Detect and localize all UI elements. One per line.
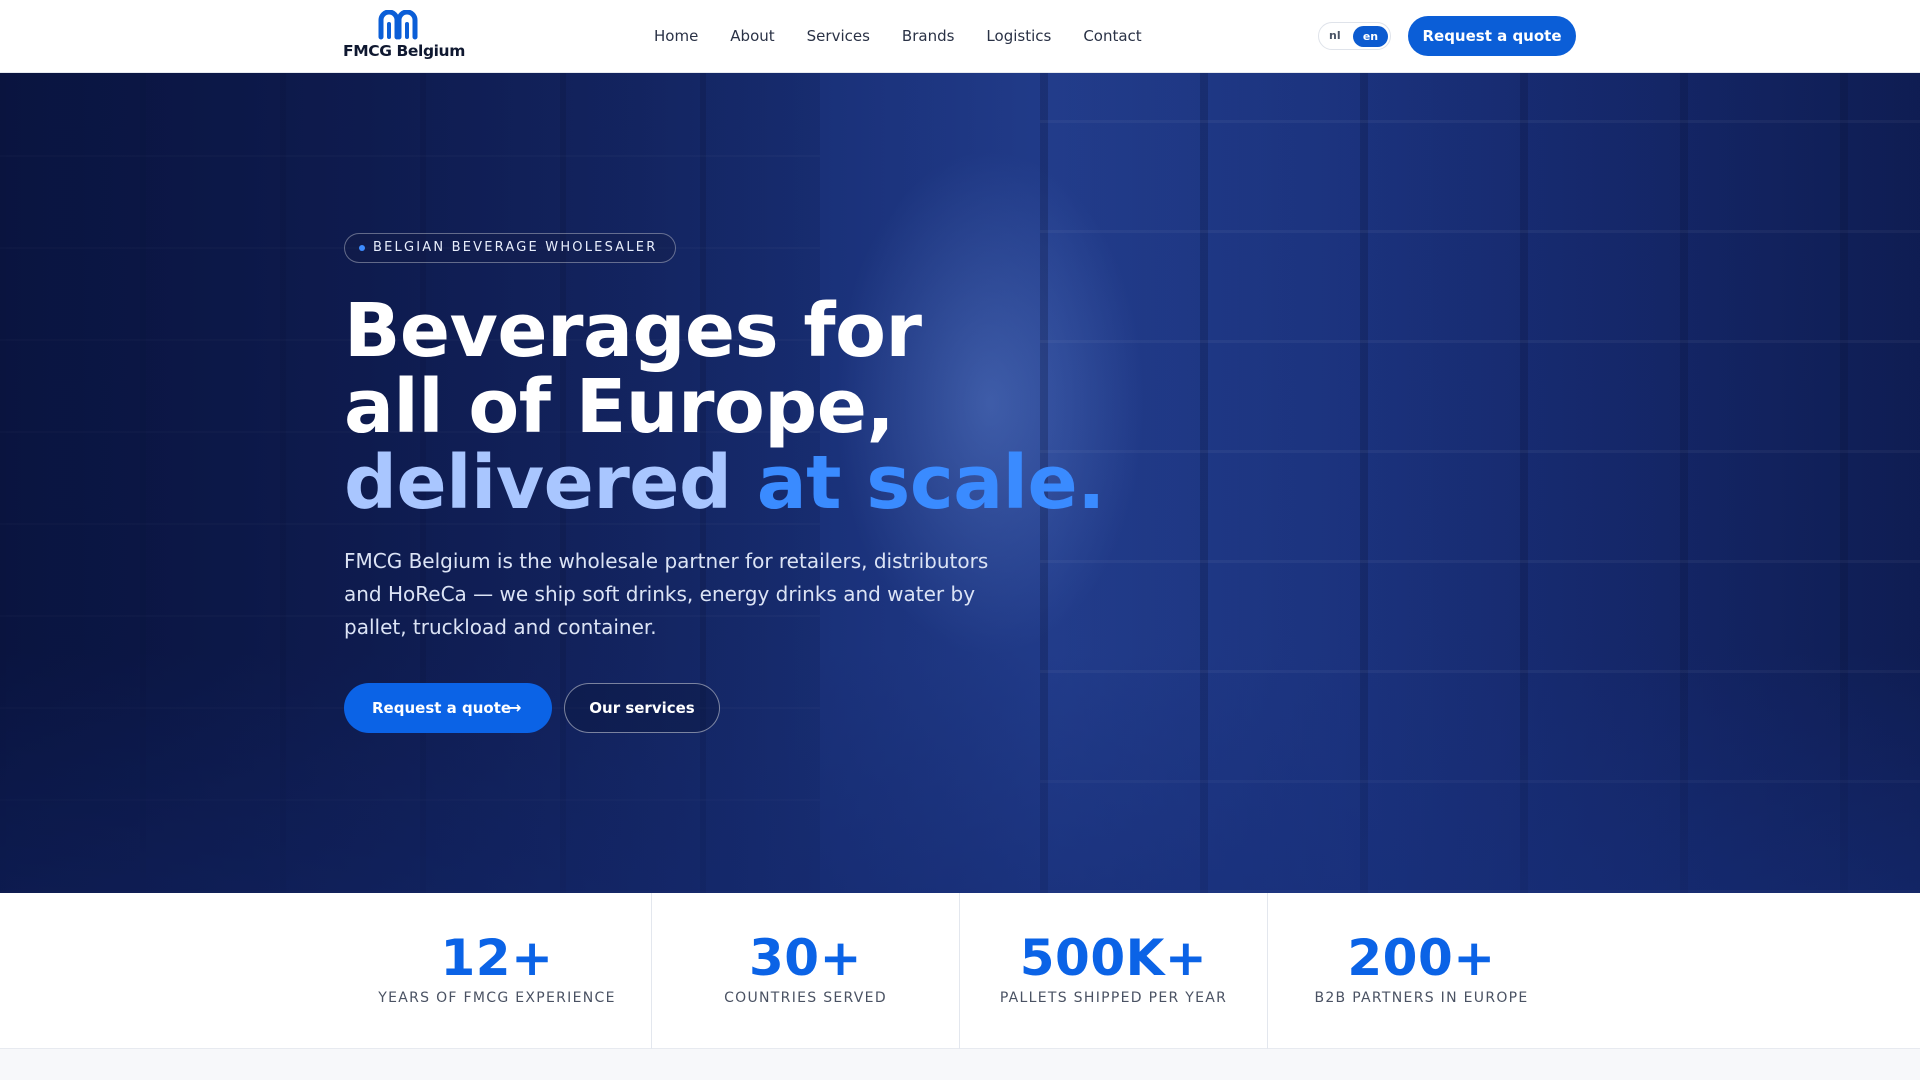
headline-delivered: delivered [344,440,732,526]
stat-experience: 12+ YEARS OF FMCG EXPERIENCE [343,893,651,1049]
header-request-quote-button[interactable]: Request a quote [1408,16,1576,56]
site-header: FMCG Belgium Home About Services Brands … [0,0,1920,73]
nav-home[interactable]: Home [654,27,698,45]
nav-about[interactable]: About [730,27,774,45]
main-nav: Home About Services Brands Logistics Con… [654,27,1174,45]
hero-lead-text: FMCG Belgium is the wholesale partner fo… [344,549,989,639]
headline-at-scale: at scale. [756,440,1106,526]
logo-text: FMCG Belgium [343,42,465,60]
nav-logistics[interactable]: Logistics [986,27,1051,45]
nav-contact[interactable]: Contact [1083,27,1141,45]
stat-label: COUNTRIES SERVED [724,990,887,1006]
hero-headline: Beverages for all of Europe, delivered a… [344,293,1244,521]
stat-value: 500K+ [1019,929,1208,987]
hero-badge: BELGIAN BEVERAGE WHOLESALER [344,233,677,263]
hero-our-services-button[interactable]: Our services [564,683,720,733]
hero-section: BELGIAN BEVERAGE WHOLESALER Beverages fo… [0,73,1920,893]
stat-value: 200+ [1347,929,1496,987]
headline-line-2: all of Europe, [344,364,895,450]
logo[interactable]: FMCG Belgium [343,10,465,62]
language-toggle[interactable]: nl en [1318,22,1391,50]
arrow-right-icon: → [508,698,522,717]
lang-en-option[interactable]: en [1353,26,1388,47]
stat-value: 30+ [749,929,862,987]
hero-request-quote-button[interactable]: Request a quote → [344,683,552,733]
stat-countries: 30+ COUNTRIES SERVED [651,893,959,1049]
stats-bar: 12+ YEARS OF FMCG EXPERIENCE 30+ COUNTRI… [0,893,1920,1049]
next-section-strip [0,1049,1920,1080]
headline-line-3: delivered at scale. [344,445,1244,521]
stat-label: B2B PARTNERS IN EUROPE [1314,990,1529,1006]
lang-nl-option[interactable]: nl [1329,29,1341,42]
logo-mark-icon [378,10,418,40]
headline-line-1: Beverages for [344,288,922,374]
stat-value: 12+ [440,929,554,987]
stat-label: YEARS OF FMCG EXPERIENCE [378,990,616,1006]
hero-request-quote-label: Request a quote [372,699,512,717]
dot-icon [359,245,365,251]
nav-brands[interactable]: Brands [902,27,955,45]
nav-services[interactable]: Services [807,27,870,45]
stat-partners: 200+ B2B PARTNERS IN EUROPE [1267,893,1575,1049]
stat-pallets: 500K+ PALLETS SHIPPED PER YEAR [959,893,1267,1049]
hero-badge-label: BELGIAN BEVERAGE WHOLESALER [373,240,658,255]
stat-label: PALLETS SHIPPED PER YEAR [999,990,1228,1006]
